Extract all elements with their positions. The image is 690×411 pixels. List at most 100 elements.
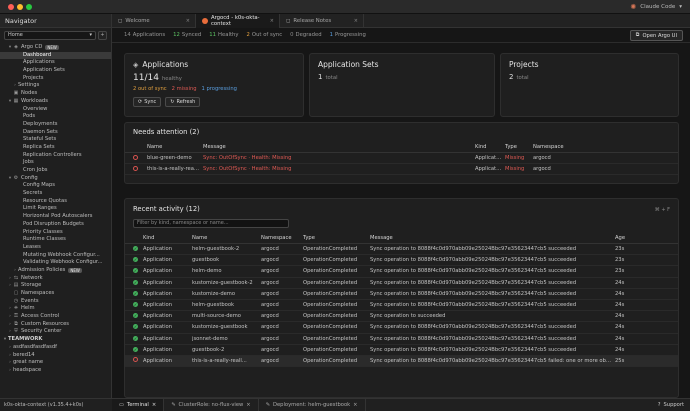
- close-icon[interactable]: ×: [270, 18, 274, 24]
- sidebar-item-nodes[interactable]: ▣ Nodes: [0, 90, 111, 98]
- close-icon[interactable]: ×: [353, 402, 357, 408]
- user-menu[interactable]: ✺ Claude Code ▾: [630, 2, 682, 12]
- icon-cell: ✓: [125, 290, 143, 297]
- refresh-button[interactable]: ↻ Refresh: [165, 97, 201, 107]
- sidebar-item-dashboard[interactable]: Dashboard: [0, 51, 111, 60]
- close-window-button[interactable]: [8, 4, 14, 10]
- column-header-kind[interactable]: Kind: [475, 144, 505, 150]
- column-header-message[interactable]: Message: [203, 144, 475, 150]
- sidebar-item-stateful-sets[interactable]: Stateful Sets: [0, 136, 111, 144]
- cell-name[interactable]: this-is-a-really-reall...: [147, 166, 203, 172]
- sidebar-item-deployments[interactable]: Deployments: [0, 121, 111, 129]
- close-icon[interactable]: ×: [152, 402, 156, 408]
- table-row[interactable]: this-is-a-really-reall... Sync: OutOfSync…: [125, 164, 678, 176]
- activity-filter-input[interactable]: Filter by kind, namespace or name...: [133, 219, 289, 228]
- sidebar-item-limit-ranges[interactable]: Limit Ranges: [0, 205, 111, 213]
- context-select[interactable]: Home ▾: [4, 31, 96, 40]
- sidebar-item-application-sets[interactable]: Application Sets: [0, 67, 111, 75]
- column-header-name[interactable]: Name: [192, 235, 261, 241]
- sidebar-item-namespaces[interactable]: ▢ Namespaces: [0, 290, 111, 298]
- column-header-age[interactable]: Age: [615, 235, 645, 241]
- sidebar-item-horizontal-pod-autoscalers[interactable]: Horizontal Pod Autoscalers: [0, 213, 111, 221]
- sidebar-item-argo-cd[interactable]: ▾ ◈ Argo CD NEW: [0, 44, 111, 52]
- table-row[interactable]: ✓ Application kustomize-guestbook argocd Ope…: [125, 322, 678, 334]
- column-header-message[interactable]: Message: [370, 235, 615, 241]
- column-header-type[interactable]: Type: [505, 144, 533, 150]
- column-header-name[interactable]: Name: [147, 144, 203, 150]
- sidebar-item-custom-resources[interactable]: › ⧉ Custom Resources: [0, 321, 111, 329]
- sidebar-item-security-center[interactable]: › ⛨ Security Center: [0, 328, 111, 336]
- column-header-type[interactable]: Type: [303, 235, 370, 241]
- tab-release-notes[interactable]: ◻ Release Notes ×: [280, 14, 364, 28]
- icon-cell: ✓: [125, 302, 143, 308]
- sidebar-item-replication-controllers[interactable]: Replication Controllers: [0, 152, 111, 160]
- sidebar-item-replica-sets[interactable]: Replica Sets: [0, 144, 111, 152]
- sidebar-item-resource-quotas[interactable]: Resource Quotas: [0, 198, 111, 206]
- support-button[interactable]: ? Support: [658, 402, 684, 408]
- column-header-namespace[interactable]: Namespace: [533, 144, 593, 150]
- sidebar-item-runtime-classes[interactable]: Runtime Classes: [0, 236, 111, 244]
- table-row[interactable]: ✓ Application guestbook-2 argocd OperationCo…: [125, 345, 678, 356]
- table-row[interactable]: ✓ Application helm-guestbook argocd Operatio…: [125, 300, 678, 312]
- cluster-context[interactable]: k0s-okta-context (v1.35.4+k0s): [0, 402, 112, 408]
- sidebar-item-events[interactable]: ◷ Events: [0, 298, 111, 306]
- sidebar-item-helm[interactable]: › ⎈ Helm: [0, 305, 111, 313]
- sidebar-item-admission-policies[interactable]: › Admission Policies NEW: [0, 267, 111, 275]
- sidebar-item-great-name[interactable]: › great name: [0, 359, 111, 367]
- table-row[interactable]: ✓ Application kustomize-guestbook-2 argocd O…: [125, 278, 678, 289]
- sidebar-item-daemon-sets[interactable]: Daemon Sets: [0, 129, 111, 137]
- sidebar-item-projects[interactable]: Projects: [0, 75, 111, 83]
- sidebar-item-config-maps[interactable]: Config Maps: [0, 182, 111, 190]
- sidebar-item-pods[interactable]: Pods: [0, 113, 111, 121]
- sidebar-item-bered14[interactable]: › bered14: [0, 352, 111, 360]
- sidebar-item-pod-disruption-budgets[interactable]: Pod Disruption Budgets: [0, 221, 111, 229]
- sidebar-item-applications[interactable]: Applications: [0, 59, 111, 67]
- sidebar-item-network[interactable]: › ⇆ Network: [0, 275, 111, 283]
- sidebar-item-cron-jobs[interactable]: Cron Jobs: [0, 167, 111, 175]
- sidebar-item-storage[interactable]: › ▤ Storage: [0, 282, 111, 290]
- table-row[interactable]: ✓ Application helm-guestbook-2 argocd Operat…: [125, 244, 678, 256]
- open-argo-ui-button[interactable]: ⧉ Open Argo UI: [629, 30, 683, 41]
- table-row[interactable]: ✓ Application guestbook argocd OperationComp…: [125, 255, 678, 267]
- sidebar-item-label: Namespaces: [21, 290, 55, 296]
- table-row[interactable]: ✓ Application jsonnet-demo argocd OperationC…: [125, 334, 678, 345]
- sidebar-item-settings[interactable]: › Settings: [0, 82, 111, 90]
- sidebar-item-access-control[interactable]: › ⚿ Access Control: [0, 313, 111, 321]
- sidebar-item-teamwork[interactable]: ▾ TEAMWORK: [0, 336, 111, 344]
- sidebar-item-mutating-webhook-configur[interactable]: Mutating Webhook Configur...: [0, 252, 111, 260]
- sidebar-item-validating-webhook-configur[interactable]: Validating Webhook Configur...: [0, 259, 111, 267]
- table-row[interactable]: ✓ Application multi-source-demo argocd Opera…: [125, 311, 678, 323]
- sidebar-item-label: headspace: [13, 366, 42, 373]
- table-row[interactable]: ✓ Application kustomize-demo argocd Operatio…: [125, 289, 678, 300]
- column-header-kind[interactable]: Kind: [143, 235, 192, 241]
- close-icon[interactable]: ×: [246, 402, 250, 408]
- tab-welcome[interactable]: ◻ Welcome ×: [112, 14, 196, 28]
- status-label: Healthy: [218, 32, 239, 38]
- sidebar-item-asdfasdfasdfasdf[interactable]: › asdfasdfasdfasdf: [0, 344, 111, 352]
- cell-name[interactable]: blue-green-demo: [147, 155, 203, 161]
- sidebar-item-headspace[interactable]: › headspace: [0, 367, 111, 375]
- table-row[interactable]: blue-green-demo Sync: OutOfSync · Health:…: [125, 153, 678, 165]
- minimize-window-button[interactable]: [17, 4, 23, 10]
- sync-button[interactable]: ⟳ Sync: [133, 97, 162, 107]
- bottom-tab-terminal[interactable]: ▭ Terminal ×: [112, 398, 165, 411]
- sidebar-item-jobs[interactable]: Jobs: [0, 159, 111, 167]
- column-header-namespace[interactable]: Namespace: [261, 235, 303, 241]
- sidebar-item-config[interactable]: ▾ ⚙ Config: [0, 175, 111, 183]
- bottom-tab-deployment-helm-guestbook[interactable]: ✎ Deployment: helm-guestbook ×: [259, 398, 366, 411]
- sidebar-item-secrets[interactable]: Secrets: [0, 190, 111, 198]
- close-icon[interactable]: ×: [354, 18, 358, 24]
- bottom-tab-clusterrole-no-flux-view[interactable]: ✎ ClusterRole: no-flux-view ×: [164, 398, 259, 411]
- tab-argocd-k0s-okta-context[interactable]: Argocd - k0s-okta-context ×: [196, 14, 280, 28]
- sidebar-item-workloads[interactable]: ▾ ▦ Workloads: [0, 98, 111, 106]
- table-row[interactable]: ✓ Application helm-demo argocd OperationComp…: [125, 266, 678, 278]
- add-icon[interactable]: +: [98, 31, 107, 40]
- close-icon[interactable]: ×: [186, 18, 190, 24]
- sidebar-item-overview[interactable]: Overview: [0, 106, 111, 114]
- sidebar-item-leases[interactable]: Leases: [0, 244, 111, 252]
- table-row[interactable]: Application this-is-a-really-reall... argo…: [125, 355, 678, 368]
- sidebar-item-label: Config Maps: [23, 182, 55, 189]
- sidebar-item-priority-classes[interactable]: Priority Classes: [0, 229, 111, 237]
- error-icon: [133, 357, 138, 363]
- maximize-window-button[interactable]: [26, 4, 32, 10]
